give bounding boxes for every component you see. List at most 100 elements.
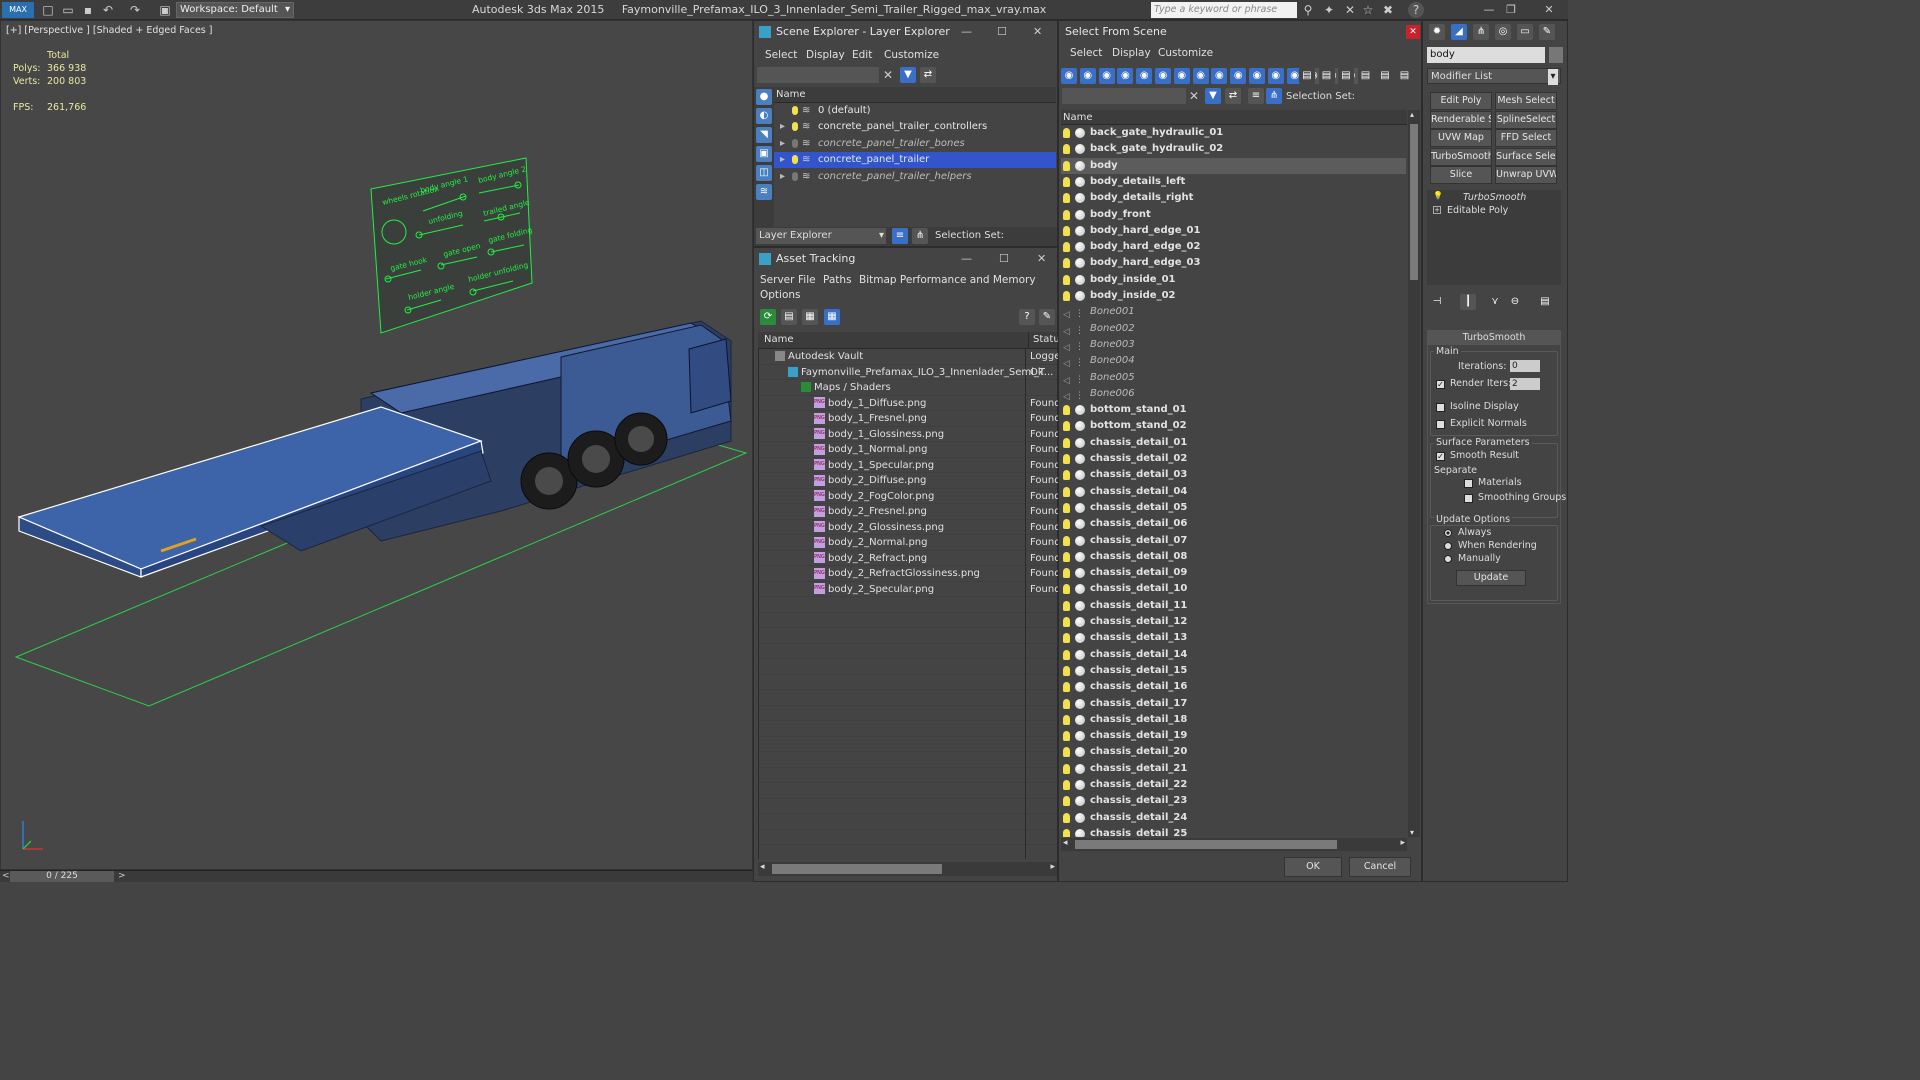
ok-button[interactable]: OK	[1284, 857, 1342, 877]
explicit-normals-checkbox[interactable]	[1436, 420, 1445, 429]
object-row[interactable]: chassis_detail_06	[1061, 516, 1406, 532]
minimize-icon[interactable]: —	[1478, 2, 1500, 18]
object-row[interactable]: body_inside_02	[1061, 288, 1406, 304]
asset-row[interactable]: PNG body_2_Glossiness.png Found	[759, 520, 1061, 536]
render-iters-spinner[interactable]: 2	[1510, 378, 1540, 390]
restore-icon[interactable]: ❐	[1500, 2, 1522, 18]
filter-options-icon[interactable]: ⇄	[1225, 88, 1241, 104]
uvw-map-button[interactable]: UVW Map	[1430, 129, 1492, 147]
create-tab-icon[interactable]: ✹	[1429, 24, 1445, 40]
display-lights-icon[interactable]: ◥	[756, 127, 772, 143]
display-lights-icon[interactable]: ◉	[1155, 68, 1171, 84]
object-row[interactable]: ◁ ⋮ Bone005	[1061, 370, 1406, 386]
object-row[interactable]: chassis_detail_03	[1061, 467, 1406, 483]
display-shapes-icon[interactable]: ◉	[1136, 68, 1153, 84]
isoline-checkbox[interactable]	[1436, 403, 1445, 412]
lightbulb-icon[interactable]	[1063, 502, 1070, 513]
smooth-result-checkbox[interactable]: ✓	[1436, 452, 1445, 461]
at-menu-paths[interactable]: Paths	[823, 274, 852, 286]
lightbulb-icon[interactable]	[1063, 551, 1070, 562]
maximize-icon[interactable]: ☐	[997, 21, 1007, 43]
layer-explorer-icon[interactable]: ≡	[892, 228, 908, 244]
help-icon[interactable]: ?	[1408, 2, 1424, 18]
scroll-left-icon[interactable]: ◂	[1063, 838, 1068, 848]
object-row[interactable]: chassis_detail_17	[1061, 696, 1406, 712]
asset-row[interactable]: PNG body_2_Refract.png Found	[759, 551, 1061, 567]
pin-stack-icon[interactable]: ⊣	[1429, 294, 1445, 310]
star-icon[interactable]: ☆	[1360, 2, 1376, 18]
lightbulb-icon[interactable]	[1063, 405, 1070, 416]
slice-button[interactable]: Slice	[1430, 166, 1492, 184]
display-cameras-icon[interactable]: ◉	[1173, 68, 1190, 84]
lightbulb-icon[interactable]	[1063, 584, 1070, 595]
viewport-label[interactable]: [+] [Perspective ] [Shaded + Edged Faces…	[6, 25, 212, 36]
collapse-icon[interactable]: ▤	[1396, 68, 1413, 84]
turbosmooth-button[interactable]: TurboSmooth	[1430, 147, 1492, 166]
display-tab-icon[interactable]: ▭	[1517, 24, 1533, 40]
when-rendering-radio[interactable]	[1444, 542, 1452, 550]
asset-row[interactable]: PNG body_2_FogColor.png Found	[759, 489, 1061, 505]
tools-icon[interactable]: ✦	[1321, 2, 1337, 18]
display-bones-icon[interactable]: ◉	[1267, 68, 1284, 84]
sfs-vscrollbar[interactable]: ▴ ▾	[1408, 110, 1420, 837]
workspace-dropdown[interactable]: Workspace: Default ▾	[176, 2, 294, 18]
show-end-result-icon[interactable]: ┃	[1460, 294, 1476, 310]
lightbulb-icon[interactable]	[1063, 649, 1070, 660]
filter-icon[interactable]: ▤	[1357, 68, 1374, 84]
at-col-name[interactable]: Name	[764, 334, 794, 345]
close-icon[interactable]: ✕	[1033, 21, 1042, 43]
object-row[interactable]: chassis_detail_25	[1061, 826, 1406, 837]
display-helpers-icon[interactable]: ◫	[756, 165, 772, 181]
display-spacewarps-icon[interactable]: ◉	[1211, 68, 1228, 84]
motion-tab-icon[interactable]: ◎	[1495, 24, 1511, 40]
asset-row[interactable]: PNG body_1_Glossiness.png Found	[759, 427, 1061, 443]
renderable-spline-button[interactable]: Renderable Spline	[1430, 110, 1492, 129]
display-xrefs-icon[interactable]: ◉	[1249, 68, 1265, 84]
object-row[interactable]: chassis_detail_15	[1061, 663, 1406, 679]
select-invert-icon[interactable]: ◉	[1098, 68, 1115, 84]
asset-row[interactable]: PNG body_2_Diffuse.png Found	[759, 473, 1061, 489]
clear-search-icon[interactable]: ✕	[1189, 89, 1199, 103]
display-cameras-icon[interactable]: ▣	[756, 146, 772, 162]
layer-row[interactable]: ▸ ≋ concrete_panel_trailer	[774, 152, 1056, 169]
lightbulb-icon[interactable]	[1063, 421, 1070, 432]
grid-view-icon[interactable]: ▦	[824, 309, 840, 325]
sfs-menu-display[interactable]: Display	[1112, 47, 1151, 59]
lightbulb-icon[interactable]	[1063, 519, 1070, 530]
sfs-hscrollbar[interactable]: ◂ ▸	[1061, 838, 1407, 851]
lightbulb-icon[interactable]	[792, 155, 798, 165]
lightbulb-icon[interactable]	[1063, 144, 1070, 155]
asset-row[interactable]: PNG body_1_Specular.png Found	[759, 458, 1061, 474]
hierarchy-tab-icon[interactable]: ⋔	[1473, 24, 1489, 40]
layer-row[interactable]: ≋ 0 (default)	[774, 103, 1056, 119]
display-geometry-icon[interactable]: ◉	[1117, 68, 1134, 84]
thumbnail-view-icon[interactable]: ▦	[802, 309, 818, 325]
lightbulb-icon[interactable]	[1063, 128, 1070, 138]
at-menu-bitmap-performance[interactable]: Bitmap Performance and Memory	[859, 274, 1036, 286]
edit-poly-button[interactable]: Edit Poly	[1430, 92, 1492, 110]
object-row[interactable]: chassis_detail_16	[1061, 679, 1406, 695]
object-row[interactable]: body_front	[1061, 207, 1406, 223]
lightbulb-icon[interactable]	[1063, 698, 1070, 709]
object-color-swatch[interactable]	[1549, 47, 1563, 63]
lightbulb-icon[interactable]	[1063, 617, 1070, 627]
minimize-icon[interactable]: —	[961, 21, 972, 43]
utilities-tab-icon[interactable]: ✎	[1539, 24, 1555, 40]
sfs-search-field[interactable]	[1062, 88, 1186, 104]
display-spacewarps-icon[interactable]: ≋	[756, 184, 772, 200]
open-file-icon[interactable]: ▭	[60, 2, 76, 18]
hierarchy-icon[interactable]: ▤	[1377, 68, 1393, 84]
object-row[interactable]: chassis_detail_24	[1061, 810, 1406, 826]
asset-row[interactable]: Maps / Shaders	[759, 380, 1059, 396]
filter-icon[interactable]: ▼	[1205, 88, 1221, 104]
lightbulb-icon[interactable]	[1063, 437, 1070, 448]
select-none-icon[interactable]: ◉	[1079, 68, 1096, 84]
object-row[interactable]: chassis_detail_23	[1061, 793, 1406, 809]
project-folder-icon[interactable]: ▣	[157, 2, 173, 18]
search-input[interactable]: Type a keyword or phrase	[1151, 2, 1297, 18]
lightbulb-icon[interactable]	[1063, 176, 1070, 187]
modifier-list-dropdown[interactable]: Modifier List ▾	[1427, 68, 1561, 85]
materials-checkbox[interactable]	[1464, 479, 1473, 488]
lightbulb-icon[interactable]	[792, 122, 798, 132]
app-menu-icon[interactable]: MAX	[2, 2, 34, 18]
